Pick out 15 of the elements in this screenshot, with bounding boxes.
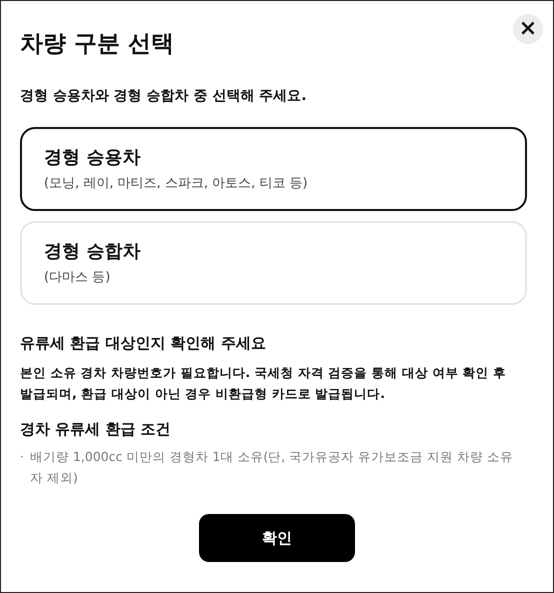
condition-text: 배기량 1,000cc 미만의 경형차 1대 소유(단, 국가유공자 유가보조금 지원 차량 소유자 제외) — [30, 448, 514, 487]
option-title: 경형 승용차 — [44, 146, 142, 170]
notice-text: 본인 소유 경차 차량번호가 필요합니다. 국세청 자격 검증을 통해 대상 여부 확인 후 발급되며, 환급 대상이 아닌 경우 비환급형 카드로 발급됩니다. — [20, 364, 507, 403]
option-title: 경형 승합차 — [44, 240, 142, 264]
confirm-button[interactable]: 확인 — [199, 514, 355, 562]
bullet-mark: · — [20, 448, 24, 466]
subtitle: 경형 승용차와 경형 승합차 중 선택해 주세요. — [20, 87, 308, 106]
option-card[interactable]: 경형 승용차 (모닝, 레이, 마티즈, 스파크, 아토스, 티코 등) — [20, 127, 527, 211]
dialog-title: 차량 구분 선택 — [20, 30, 174, 59]
section-heading: 경차 유류세 환급 조건 — [20, 419, 172, 440]
option-detail: (모닝, 레이, 마티즈, 스파크, 아토스, 티코 등) — [44, 175, 309, 193]
close-button[interactable]: × — [513, 14, 543, 44]
option-card[interactable]: 경형 승합차 (다마스 등) — [20, 221, 527, 305]
option-detail: (다마스 등) — [44, 269, 112, 287]
section-heading: 유류세 환급 대상인지 확인해 주세요 — [20, 333, 267, 354]
